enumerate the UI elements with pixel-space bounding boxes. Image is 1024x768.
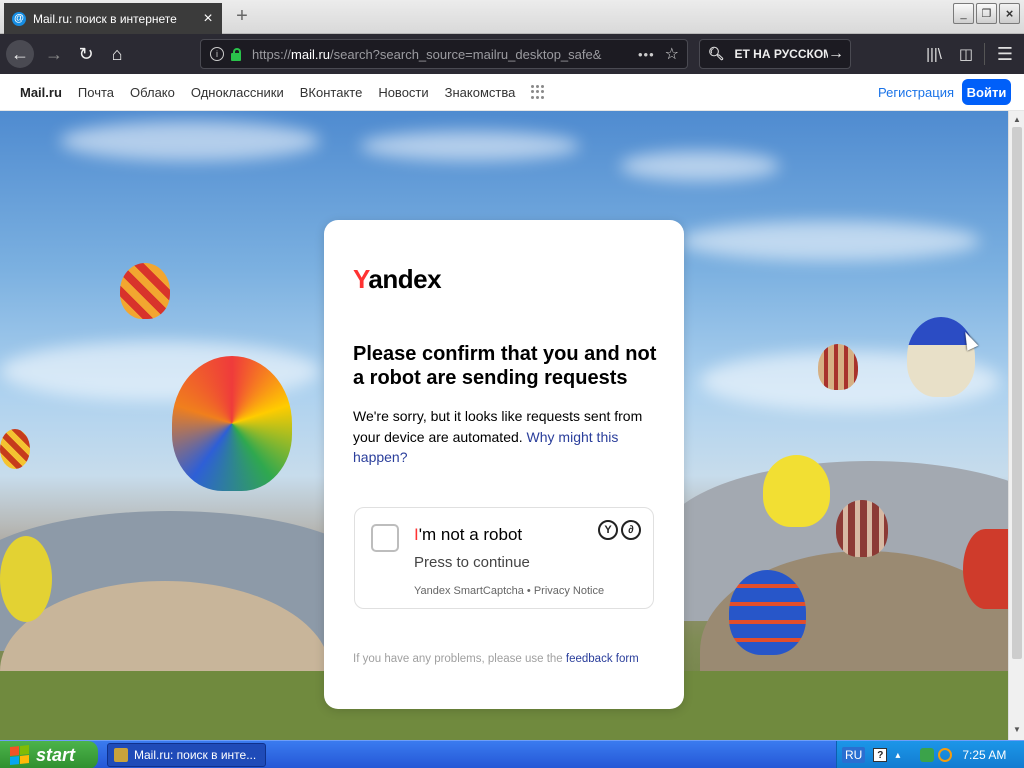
search-icon: 🔍︎: [708, 46, 725, 61]
mailru-portal-bar: Mail.ru Почта Облако Одноклассники ВКонт…: [0, 74, 1024, 111]
windows-taskbar: start Mail.ru: поиск в инте... RU ? ▴ 7:…: [0, 740, 1024, 768]
home-button[interactable]: ⌂: [103, 40, 131, 68]
smartcaptcha-marks: Y ∂: [598, 520, 641, 540]
back-button[interactable]: ←: [6, 40, 34, 68]
page-scrollbar[interactable]: ▲ ▼: [1008, 111, 1024, 740]
tab-active[interactable]: @ Mail.ru: поиск в интернете ×: [4, 3, 222, 34]
windows-logo-icon: [10, 745, 30, 766]
smartcaptcha-legal-text: Yandex SmartCaptcha • Privacy Notice: [414, 585, 605, 597]
browser-titlebar: @ Mail.ru: поиск в интернете × + _ ❐ ×: [0, 0, 1024, 34]
clock: 7:25 AM: [962, 748, 1007, 762]
help-icon[interactable]: ?: [873, 748, 888, 762]
press-to-continue-text: Press to continue: [414, 554, 530, 571]
new-tab-icon[interactable]: +: [232, 5, 252, 27]
login-button[interactable]: Войти: [962, 79, 1011, 105]
close-window-button[interactable]: ×: [999, 3, 1020, 24]
taskbar-item-label: Mail.ru: поиск в инте...: [134, 748, 257, 762]
network-icon[interactable]: [920, 748, 935, 762]
start-button[interactable]: start: [0, 741, 98, 768]
scroll-up-icon[interactable]: ▲: [1012, 114, 1022, 124]
window-controls: _ ❐ ×: [953, 3, 1020, 24]
portal-link-mail[interactable]: Почта: [78, 85, 114, 100]
hamburger-menu-icon[interactable]: ☰: [994, 43, 1016, 65]
not-robot-label-rest: 'm not a robot: [418, 525, 523, 544]
scroll-down-icon[interactable]: ▼: [1012, 724, 1022, 734]
portal-link-ok[interactable]: Одноклассники: [191, 85, 284, 100]
search-tray-icon[interactable]: [938, 748, 953, 762]
not-robot-label[interactable]: I'm not a robot: [414, 525, 522, 545]
system-tray: RU ? ▴ 7:25 AM: [836, 741, 1024, 768]
mailru-favicon-icon: @: [12, 11, 26, 26]
portal-links: Mail.ru Почта Облако Одноклассники ВКонт…: [20, 74, 545, 110]
search-bar[interactable]: 🔍︎ ET НА РУССКОМ →: [699, 39, 851, 69]
taskbar-item-browser[interactable]: Mail.ru: поиск в инте...: [107, 743, 266, 767]
yandex-logo-y: Y: [353, 264, 369, 294]
portal-link-vk[interactable]: ВКонтакте: [300, 85, 363, 100]
register-link[interactable]: Регистрация: [878, 85, 954, 100]
reload-button[interactable]: ↻: [72, 40, 100, 68]
search-go-icon[interactable]: →: [828, 45, 844, 63]
search-text[interactable]: ET НА РУССКОМ: [735, 47, 828, 61]
restore-button[interactable]: ❐: [976, 3, 997, 24]
feedback-form-link[interactable]: feedback form: [566, 653, 639, 665]
apps-grid-icon[interactable]: [531, 85, 545, 99]
smartcaptcha-swirl-icon: ∂: [621, 520, 641, 540]
minimize-button[interactable]: _: [953, 3, 974, 24]
portal-link-dating[interactable]: Знакомства: [445, 85, 516, 100]
url-prefix: https://: [252, 46, 292, 62]
tab-title: Mail.ru: поиск в интернете: [33, 11, 177, 26]
tray-expand-icon[interactable]: ▴: [895, 750, 900, 761]
not-robot-checkbox-box[interactable]: I'm not a robot Press to continue Yandex…: [354, 507, 654, 609]
navigation-toolbar: ← → ↻ ⌂ i https://mail.ru/search?search_…: [0, 34, 1024, 74]
captcha-card: Yandex Please confirm that you and not a…: [324, 220, 684, 709]
info-icon[interactable]: i: [210, 47, 224, 61]
captcha-description: We're sorry, but it looks like requests …: [353, 406, 653, 468]
forward-button[interactable]: →: [40, 40, 68, 68]
sidebar-icon[interactable]: ◫: [955, 43, 977, 65]
url-domain: mail.ru: [291, 46, 331, 62]
language-indicator[interactable]: RU: [842, 747, 866, 763]
captcha-heading: Please confirm that you and not a robot …: [353, 343, 657, 389]
not-robot-checkbox[interactable]: [371, 524, 399, 552]
bookmark-star-icon[interactable]: ☆: [665, 44, 679, 64]
toolbar-separator: [984, 43, 985, 65]
start-label: start: [36, 744, 76, 765]
address-bar[interactable]: i https://mail.ru/search?search_source=m…: [200, 39, 688, 69]
page-content: Yandex Please confirm that you and not a…: [0, 111, 1008, 740]
tab-close-icon[interactable]: ×: [200, 10, 216, 27]
yandex-y-mark-icon: Y: [598, 520, 618, 540]
page-actions-icon[interactable]: •••: [638, 47, 655, 62]
captcha-footer: If you have any problems, please use the…: [353, 653, 639, 665]
yandex-logo: Yandex: [353, 264, 442, 295]
scrollbar-thumb[interactable]: [1012, 127, 1022, 659]
lock-icon[interactable]: [230, 48, 242, 61]
library-icon[interactable]: |||\: [923, 43, 945, 65]
portal-link-mailru[interactable]: Mail.ru: [20, 85, 62, 100]
yandex-logo-text: andex: [368, 264, 442, 294]
portal-link-news[interactable]: Новости: [378, 85, 428, 100]
portal-link-cloud[interactable]: Облако: [130, 85, 175, 100]
url-text[interactable]: https://mail.ru/search?search_source=mai…: [252, 47, 638, 62]
footer-text: If you have any problems, please use the: [353, 653, 563, 665]
url-path: /search?search_source=mailru_desktop_saf…: [330, 46, 602, 62]
browser-task-icon: [114, 748, 128, 762]
